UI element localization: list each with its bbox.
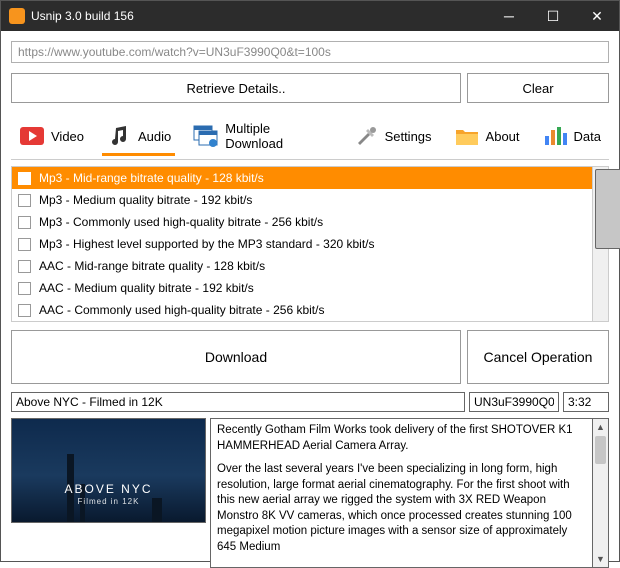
video-title-input[interactable] [11,392,465,412]
checkbox[interactable] [18,216,31,229]
titlebar: Usnip 3.0 build 156 ─ ☐ ✕ [1,1,619,31]
tab-label: Multiple Download [225,121,330,151]
format-label: Mp3 - Medium quality bitrate - 192 kbit/… [39,193,252,207]
format-label: Mp3 - Highest level supported by the MP3… [39,237,375,251]
retrieve-button[interactable]: Retrieve Details.. [11,73,461,103]
format-item[interactable]: Mp3 - Medium quality bitrate - 192 kbit/… [12,189,592,211]
tab-audio[interactable]: Audio [104,121,173,155]
format-item[interactable]: Mp3 - Mid-range bitrate quality - 128 kb… [12,167,592,189]
tab-settings[interactable]: Settings [351,121,434,155]
tab-about[interactable]: About [452,121,522,155]
scrollbar-thumb[interactable] [595,436,606,464]
download-button[interactable]: Download [11,330,461,384]
format-item[interactable]: AAC - Medium quality bitrate - 192 kbit/… [12,277,592,299]
format-label: Mp3 - Commonly used high-quality bitrate… [39,215,323,229]
checkbox[interactable] [18,194,31,207]
windows-icon [193,125,219,147]
video-duration-input[interactable] [563,392,609,412]
description-scrollbar[interactable]: ▲ ▼ [593,418,609,568]
video-description[interactable]: Recently Gotham Film Works took delivery… [210,418,593,568]
format-label: Mp3 - Mid-range bitrate quality - 128 kb… [39,171,264,185]
minimize-button[interactable]: ─ [487,1,531,31]
tab-multiple-download[interactable]: Multiple Download [191,117,332,159]
app-icon [9,8,25,24]
tab-bar: Video Audio Multiple Download Settings A… [11,117,609,160]
thumb-title: ABOVE NYC [12,482,205,496]
maximize-button[interactable]: ☐ [531,1,575,31]
music-note-icon [106,125,132,147]
checkbox[interactable] [18,172,31,185]
format-item[interactable]: AAC - Commonly used high-quality bitrate… [12,299,592,321]
play-icon [19,125,45,147]
format-list[interactable]: Mp3 - Mid-range bitrate quality - 128 kb… [11,166,593,322]
description-paragraph: Over the last several years I've been sp… [217,462,586,555]
tab-label: Data [574,129,601,144]
clear-button[interactable]: Clear [467,73,609,103]
format-item[interactable]: Mp3 - Highest level supported by the MP3… [12,233,592,255]
checkbox[interactable] [18,304,31,317]
tools-icon [353,125,379,147]
checkbox[interactable] [18,260,31,273]
checkbox[interactable] [18,282,31,295]
thumb-subtitle: Filmed in 12K [12,497,205,506]
format-label: AAC - Mid-range bitrate quality - 128 kb… [39,259,265,273]
tab-label: Settings [385,129,432,144]
url-input[interactable] [11,41,609,63]
window-title: Usnip 3.0 build 156 [31,9,487,23]
scrollbar-thumb[interactable] [595,169,620,249]
tab-video[interactable]: Video [17,121,86,155]
description-paragraph: Recently Gotham Film Works took delivery… [217,423,586,454]
format-item[interactable]: AAC - Mid-range bitrate quality - 128 kb… [12,255,592,277]
checkbox[interactable] [18,322,31,323]
format-item[interactable]: AAC - Optimal high-quality bitrate - 320… [12,321,592,322]
scroll-up-icon[interactable]: ▲ [593,419,608,435]
bar-chart-icon [542,125,568,147]
tab-label: Video [51,129,84,144]
tab-data[interactable]: Data [540,121,603,155]
format-label: AAC - Commonly used high-quality bitrate… [39,303,324,317]
video-id-input[interactable] [469,392,559,412]
tab-label: Audio [138,129,171,144]
cancel-button[interactable]: Cancel Operation [467,330,609,384]
checkbox[interactable] [18,238,31,251]
folder-icon [454,125,480,147]
format-scrollbar[interactable] [593,166,609,322]
close-button[interactable]: ✕ [575,1,619,31]
format-item[interactable]: Mp3 - Commonly used high-quality bitrate… [12,211,592,233]
format-label: AAC - Optimal high-quality bitrate - 320… [39,321,279,322]
scroll-down-icon[interactable]: ▼ [593,551,608,567]
video-thumbnail: ABOVE NYC Filmed in 12K [11,418,206,523]
format-label: AAC - Medium quality bitrate - 192 kbit/… [39,281,254,295]
tab-label: About [486,129,520,144]
